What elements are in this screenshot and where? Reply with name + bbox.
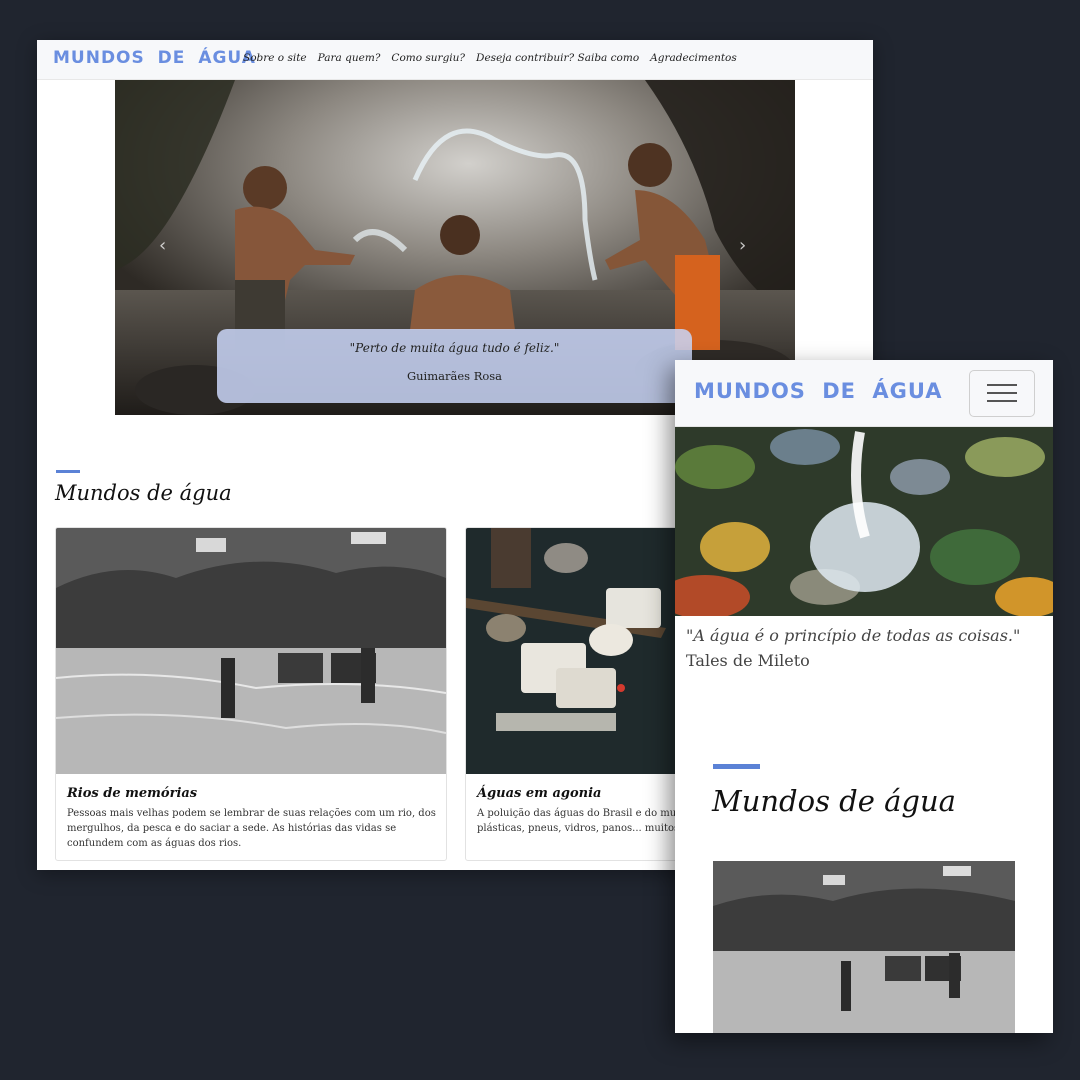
section-accent-bar [56, 470, 80, 473]
mobile-quote: "A água é o princípio de todas as coisas… [686, 626, 1021, 645]
nav-link-agradecimentos[interactable]: Agradecimentos [650, 52, 737, 64]
carousel-prev-icon[interactable]: ‹ [159, 235, 166, 256]
card-photo-river-horses [56, 528, 446, 774]
hamburger-menu-icon[interactable] [969, 370, 1035, 417]
nav-links: Sobre o site Para quem? Como surgiu? Des… [243, 52, 737, 64]
mobile-screenshot: MUNDOS DE ÁGUA "A água é o princípio de … [675, 360, 1053, 1033]
mobile-section-title: Mundos de água [712, 784, 956, 818]
carousel-caption: "Perto de muita água tudo é feliz." Guim… [217, 329, 692, 403]
mobile-navbar: MUNDOS DE ÁGUA [675, 360, 1053, 427]
nav-link-sobre[interactable]: Sobre o site [243, 52, 307, 64]
carousel-next-icon[interactable]: › [739, 235, 746, 256]
mobile-card-photo-river-horses[interactable] [713, 861, 1015, 1033]
mobile-brand-logo[interactable]: MUNDOS DE ÁGUA [694, 379, 942, 403]
navbar: MUNDOS DE ÁGUA Sobre o site Para quem? C… [37, 40, 873, 80]
card-text: Pessoas mais velhas podem se lembrar de … [67, 808, 436, 849]
card-title: Águas em agonia [477, 786, 602, 801]
nav-link-contribuir[interactable]: Deseja contribuir? Saiba como [476, 52, 639, 64]
brand-logo[interactable]: MUNDOS DE ÁGUA [53, 48, 256, 68]
carousel-author: Guimarães Rosa [406, 369, 503, 383]
mobile-quote-author: Tales de Mileto [686, 651, 810, 670]
carousel-quote: "Perto de muita água tudo é feliz." [349, 341, 560, 355]
card-rios-de-memorias[interactable]: Rios de memórias Pessoas mais velhas pod… [55, 527, 447, 861]
nav-link-para-quem[interactable]: Para quem? [318, 52, 381, 64]
mobile-section-accent-bar [713, 764, 760, 769]
card-title: Rios de memórias [67, 786, 198, 801]
nav-link-como-surgiu[interactable]: Como surgiu? [391, 52, 465, 64]
mobile-hero-photo-water-fountain [675, 427, 1053, 616]
section-title: Mundos de água [55, 481, 232, 505]
